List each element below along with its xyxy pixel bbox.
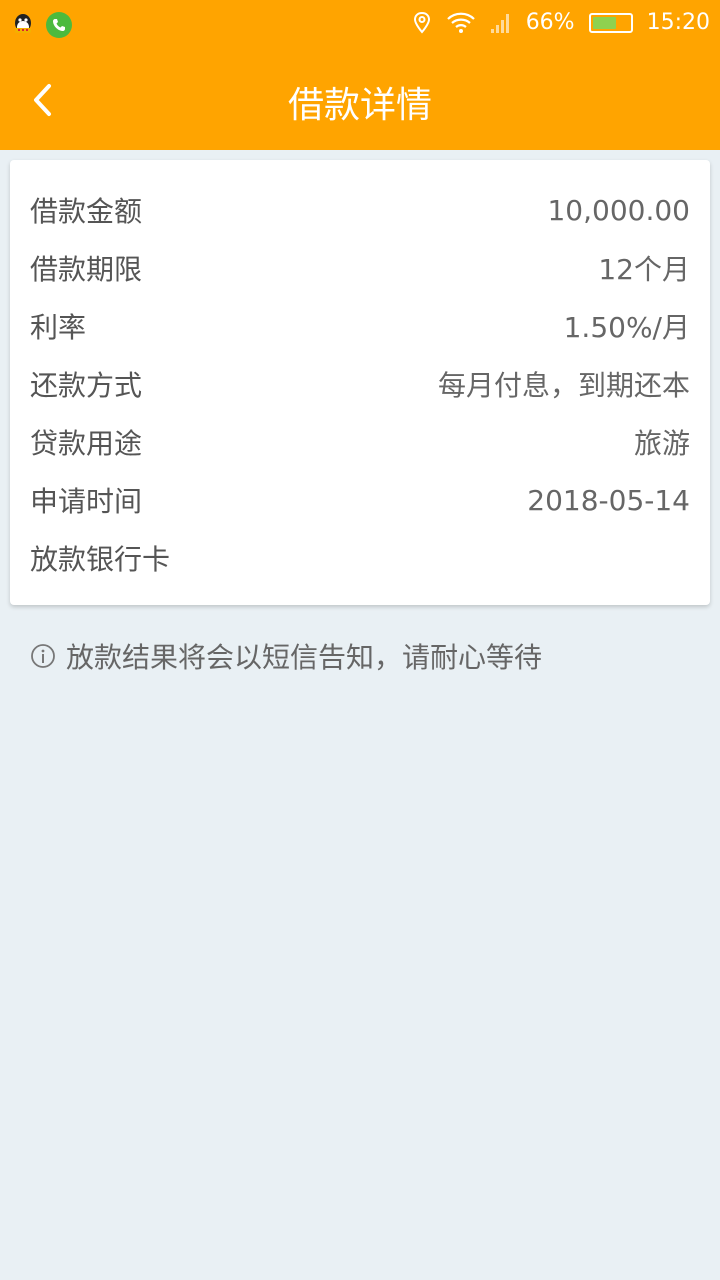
loan-detail-card: 借款金额 10,000.00 借款期限 12个月 利率 1.50%/月 还款方式…: [10, 160, 710, 605]
wifi-icon: [446, 12, 475, 33]
detail-label: 贷款用途: [30, 427, 143, 460]
status-right-icons: 66% 15:20: [412, 10, 710, 35]
detail-row-term: 借款期限 12个月: [30, 248, 690, 288]
detail-label: 利率: [30, 311, 87, 344]
qq-icon: [15, 14, 31, 33]
detail-value: 2018-05-14: [527, 483, 690, 517]
location-icon: [413, 11, 430, 34]
battery-level: [592, 16, 617, 29]
detail-value: 12个月: [598, 253, 690, 286]
page-title: 借款详情: [287, 85, 432, 126]
clock: 15:20: [646, 10, 710, 35]
phone-icon: [46, 12, 72, 38]
detail-row-bank-card: 放款银行卡: [30, 538, 690, 578]
detail-row-amount: 借款金额 10,000.00: [30, 190, 690, 230]
signal-icon: [490, 13, 509, 33]
detail-label: 放款银行卡: [30, 543, 171, 576]
detail-row-purpose: 贷款用途 旅游: [30, 422, 690, 462]
detail-value: 每月付息，到期还本: [437, 369, 690, 402]
app-header: 66% 15:20 借款详情: [0, 0, 720, 150]
battery-icon: [588, 12, 633, 33]
detail-value: 1.50%/月: [563, 311, 690, 344]
detail-value: 10,000.00: [547, 193, 690, 227]
detail-value: 旅游: [633, 427, 690, 460]
notice: 放款结果将会以短信告知，请耐心等待: [30, 636, 542, 676]
notice-text: 放款结果将会以短信告知，请耐心等待: [66, 641, 543, 674]
status-left-icons: [10, 12, 72, 38]
detail-row-apply-time: 申请时间 2018-05-14: [30, 480, 690, 520]
status-bar: 66% 15:20: [0, 0, 720, 50]
detail-row-rate: 利率 1.50%/月: [30, 306, 690, 346]
detail-row-repayment: 还款方式 每月付息，到期还本: [30, 364, 690, 404]
detail-label: 还款方式: [30, 369, 143, 402]
detail-label: 借款期限: [30, 253, 143, 286]
detail-label: 申请时间: [30, 485, 143, 518]
battery-percent: 66%: [525, 10, 575, 35]
info-icon: [31, 644, 55, 668]
detail-label: 借款金额: [30, 195, 143, 228]
